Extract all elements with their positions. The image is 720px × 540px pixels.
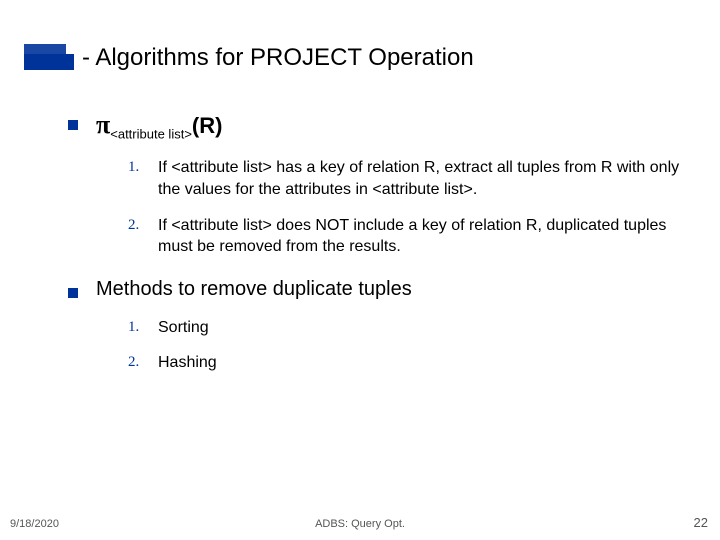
square-bullet-icon [68, 288, 78, 298]
methods-list: 1. Sorting 2. Hashing [128, 317, 690, 374]
slide: - Algorithms for PROJECT Operation π<att… [0, 0, 720, 540]
footer-center: ADBS: Query Opt. [0, 518, 720, 530]
item-number: 2. [128, 215, 158, 235]
slide-title: - Algorithms for PROJECT Operation [82, 44, 474, 72]
item-number: 2. [128, 352, 158, 372]
item-text: Sorting [158, 317, 690, 339]
pi-argument: (R) [192, 113, 223, 138]
list-item: 2. Hashing [128, 352, 690, 374]
pi-subscript: <attribute list> [110, 126, 192, 141]
methods-heading: Methods to remove duplicate tuples [96, 278, 412, 301]
bullet-project-operator: π<attribute list>(R) [68, 110, 690, 141]
slide-body: π<attribute list>(R) 1. If <attribute li… [68, 110, 690, 394]
item-number: 1. [128, 317, 158, 337]
list-item: 1. Sorting [128, 317, 690, 339]
item-text: Hashing [158, 352, 690, 374]
list-item: 1. If <attribute list> has a key of rela… [128, 157, 690, 200]
project-expression: π<attribute list>(R) [96, 110, 222, 141]
project-cases-list: 1. If <attribute list> has a key of rela… [128, 157, 690, 257]
item-text: If <attribute list> has a key of relatio… [158, 157, 690, 200]
bullet-methods: Methods to remove duplicate tuples [68, 278, 690, 301]
item-number: 1. [128, 157, 158, 177]
list-item: 2. If <attribute list> does NOT include … [128, 215, 690, 258]
pi-symbol: π [96, 110, 110, 139]
footer-page-number: 22 [694, 515, 708, 530]
square-bullet-icon [68, 120, 78, 130]
item-text: If <attribute list> does NOT include a k… [158, 215, 690, 258]
title-accent-bar [24, 54, 74, 70]
